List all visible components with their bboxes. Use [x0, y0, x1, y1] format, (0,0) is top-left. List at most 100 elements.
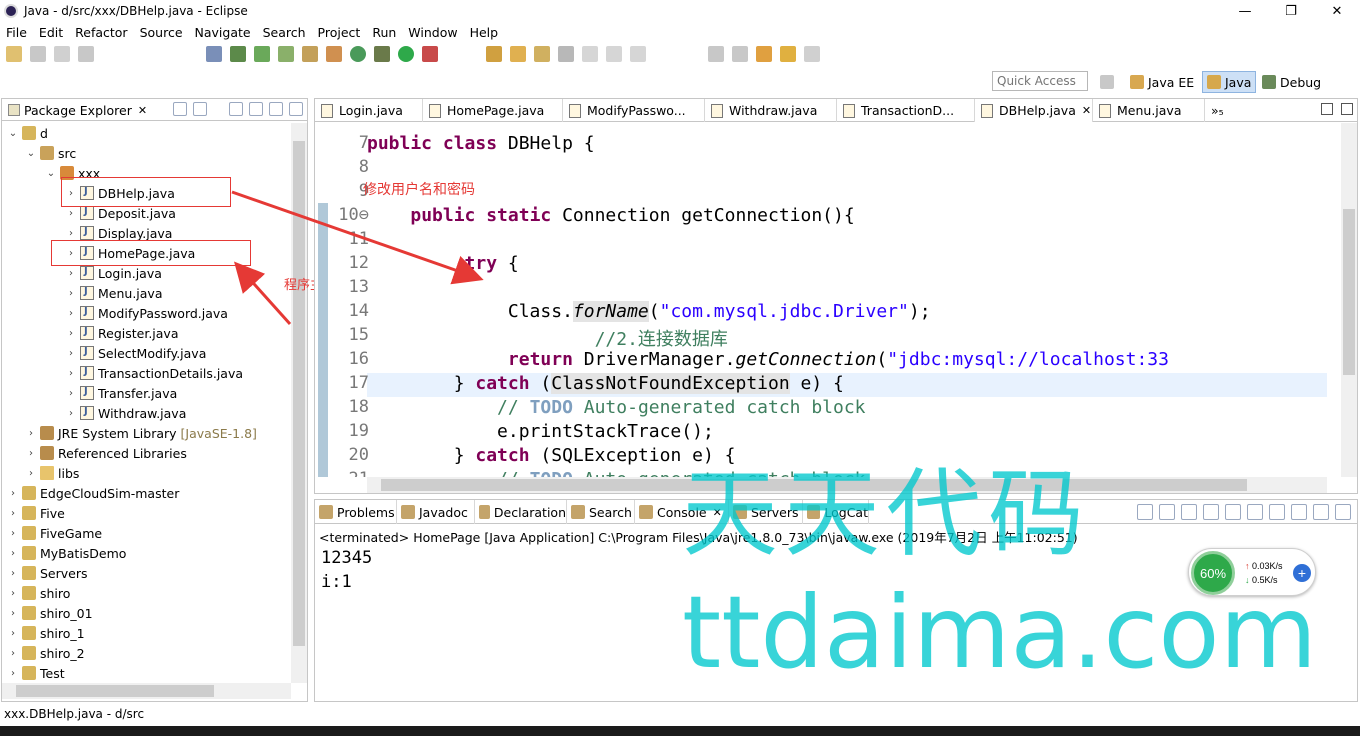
editor-vscrollbar[interactable]	[1341, 123, 1357, 477]
tree-item[interactable]: › shiro	[8, 583, 70, 603]
tree-item[interactable]: › shiro_01	[8, 603, 93, 623]
tree-expand-icon[interactable]: ›	[66, 368, 76, 379]
tree-item[interactable]: › MyBatisDemo	[8, 543, 126, 563]
tree-expand-icon[interactable]: ›	[66, 228, 76, 239]
menu-edit[interactable]: Edit	[33, 25, 69, 40]
save-all-icon[interactable]	[54, 46, 70, 62]
console-tab[interactable]: Search	[567, 500, 635, 524]
tree-expand-icon[interactable]: ⌄	[46, 168, 56, 179]
package-icon[interactable]	[326, 46, 342, 62]
minimize-button[interactable]: —	[1222, 0, 1268, 22]
tree-item[interactable]: ⌄ d	[8, 123, 48, 143]
prev-annotation-icon[interactable]	[732, 46, 748, 62]
menu-search[interactable]: Search	[257, 25, 312, 40]
last-edit-icon[interactable]	[756, 46, 772, 62]
tree-expand-icon[interactable]: ›	[26, 428, 36, 439]
tree-item[interactable]: › libs	[26, 463, 79, 483]
editor-tab[interactable]: Menu.java	[1093, 99, 1205, 122]
quick-access-input[interactable]	[992, 71, 1088, 91]
tree-expand-icon[interactable]: ›	[26, 448, 36, 459]
editor-tab[interactable]: Withdraw.java	[705, 99, 837, 122]
tree-item[interactable]: › EdgeCloudSim-master	[8, 483, 179, 503]
pin-console-icon[interactable]	[1247, 504, 1263, 520]
package-explorer-hscrollbar[interactable]	[2, 683, 291, 699]
external-tools-icon[interactable]	[422, 46, 438, 62]
maximize-view-icon[interactable]	[1335, 504, 1351, 520]
maximize-view-icon[interactable]	[289, 102, 303, 116]
tree-item[interactable]: › Transfer.java	[66, 383, 177, 403]
code-area[interactable]: 78910⊖1112131415161718192021 public clas…	[315, 123, 1327, 477]
tree-item[interactable]: › Servers	[8, 563, 88, 583]
tree-expand-icon[interactable]: ›	[66, 328, 76, 339]
collapse-all-icon[interactable]	[173, 102, 187, 116]
tree-item[interactable]: › TransactionDetails.java	[66, 363, 243, 383]
tree-item[interactable]: ⌄ src	[26, 143, 76, 163]
close-icon[interactable]: ✕	[138, 104, 147, 117]
new-icon[interactable]	[6, 46, 22, 62]
save-icon[interactable]	[30, 46, 46, 62]
open-folder-icon[interactable]	[510, 46, 526, 62]
tree-item[interactable]: › JRE System Library [JavaSE-1.8]	[26, 423, 257, 443]
console-tab[interactable]: Declaration	[475, 500, 567, 524]
next-annotation-icon[interactable]	[708, 46, 724, 62]
open-perspective-button[interactable]	[1096, 71, 1122, 93]
editor-tab[interactable]: Login.java	[315, 99, 423, 122]
focus-icon[interactable]	[229, 102, 243, 116]
scroll-lock-icon[interactable]	[1203, 504, 1219, 520]
tree-expand-icon[interactable]: ›	[66, 388, 76, 399]
tree-item[interactable]: › Withdraw.java	[66, 403, 186, 423]
tree-expand-icon[interactable]: ›	[66, 208, 76, 219]
show-whitespace-icon[interactable]	[606, 46, 622, 62]
minimize-view-icon[interactable]	[1313, 504, 1329, 520]
tree-expand-icon[interactable]: ›	[66, 288, 76, 299]
menu-run[interactable]: Run	[366, 25, 402, 40]
tree-expand-icon[interactable]: ›	[26, 468, 36, 479]
android-sdk-icon[interactable]	[254, 46, 270, 62]
menu-refactor[interactable]: Refactor	[69, 25, 133, 40]
tree-expand-icon[interactable]: ›	[8, 668, 18, 679]
editor-tab[interactable]: DBHelp.java ✕	[975, 99, 1093, 122]
pen-icon[interactable]	[534, 46, 550, 62]
tab-package-explorer[interactable]: Package Explorer ✕	[2, 99, 152, 121]
close-button[interactable]: ✕	[1314, 0, 1360, 22]
remove-launch-icon[interactable]	[1159, 504, 1175, 520]
perspective-java[interactable]: Java	[1202, 71, 1257, 93]
tree-item[interactable]: › ModifyPassword.java	[66, 303, 228, 323]
menu-file[interactable]: File	[0, 25, 33, 40]
editor-tabs-overflow[interactable]: »₅	[1205, 99, 1245, 122]
tree-expand-icon[interactable]: ›	[8, 528, 18, 539]
tree-expand-icon[interactable]: ›	[66, 268, 76, 279]
tree-item[interactable]: › Referenced Libraries	[26, 443, 187, 463]
new-project-icon[interactable]	[302, 46, 318, 62]
tree-expand-icon[interactable]: ›	[8, 508, 18, 519]
tree-item[interactable]: › Login.java	[66, 263, 162, 283]
tree-expand-icon[interactable]: ›	[8, 608, 18, 619]
tree-item[interactable]: › FiveGame	[8, 523, 102, 543]
perspective-java-ee[interactable]: Java EE	[1126, 71, 1198, 93]
editor-tab[interactable]: HomePage.java	[423, 99, 563, 122]
forward-icon[interactable]	[804, 46, 820, 62]
block-select-icon[interactable]	[630, 46, 646, 62]
minimize-view-icon[interactable]	[269, 102, 283, 116]
maximize-button[interactable]: ❐	[1268, 0, 1314, 22]
tree-expand-icon[interactable]: ›	[66, 348, 76, 359]
maximize-view-icon[interactable]	[1341, 103, 1353, 115]
package-explorer-vscrollbar[interactable]	[291, 123, 307, 683]
tree-item[interactable]: › shiro_1	[8, 623, 85, 643]
perspective-debug[interactable]: Debug	[1258, 71, 1325, 93]
tree-expand-icon[interactable]: ›	[8, 548, 18, 559]
show-on-output-icon[interactable]	[1225, 504, 1241, 520]
annotation-icon[interactable]	[558, 46, 574, 62]
tree-item[interactable]: › Register.java	[66, 323, 178, 343]
print-icon[interactable]	[78, 46, 94, 62]
tree-item[interactable]: › shiro_2	[8, 643, 85, 663]
skip-breakpoints-icon[interactable]	[206, 46, 222, 62]
tree-expand-icon[interactable]: ⌄	[26, 148, 36, 159]
menu-project[interactable]: Project	[312, 25, 367, 40]
run-icon[interactable]	[398, 46, 414, 62]
display-console-icon[interactable]	[1269, 504, 1285, 520]
back-icon[interactable]	[780, 46, 796, 62]
open-console-icon[interactable]	[1291, 504, 1307, 520]
editor-tab[interactable]: ModifyPasswo...	[563, 99, 705, 122]
tree-expand-icon[interactable]: ›	[8, 648, 18, 659]
